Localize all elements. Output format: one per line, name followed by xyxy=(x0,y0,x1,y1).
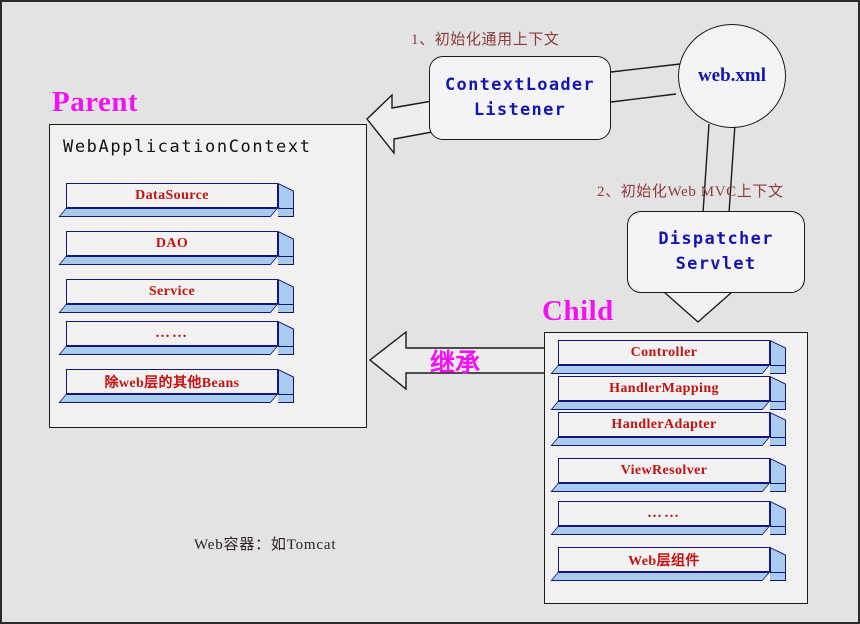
inheritance-label: 继承 xyxy=(430,350,481,377)
bean-label: …… xyxy=(647,505,681,521)
bean-bar-web-components[interactable]: Web层组件 xyxy=(550,547,786,581)
bean-bar-service[interactable]: Service xyxy=(58,279,294,313)
bean-label: DataSource xyxy=(135,187,209,203)
bean-bar-controller[interactable]: Controller xyxy=(550,340,786,374)
bean-label: 除web层的其他Beans xyxy=(104,375,240,391)
arrow-contextloader-to-parent xyxy=(366,93,433,156)
bean-bar-ellipsis[interactable]: …… xyxy=(58,321,294,355)
bean-label: Service xyxy=(148,283,196,299)
dispatcher-servlet-line-2: Servlet xyxy=(675,254,757,274)
bean-label: HandlerMapping xyxy=(609,380,719,396)
step-2-annotation: 2、初始化Web MVC上下文 xyxy=(597,184,784,200)
parent-section-title: Parent xyxy=(52,86,139,118)
connector-webxml-to-contextloader xyxy=(610,63,681,103)
bean-bar-handler-adapter[interactable]: HandlerAdapter xyxy=(550,412,786,446)
bean-label: Controller xyxy=(630,344,698,360)
context-loader-listener-line-1: ContextLoader xyxy=(445,75,595,96)
bean-bar-datasource[interactable]: DataSource xyxy=(58,183,294,217)
bean-bar-handler-mapping[interactable]: HandlerMapping xyxy=(550,376,786,410)
child-section-title: Child xyxy=(542,295,614,327)
bean-bar-ellipsis-child[interactable]: …… xyxy=(550,501,786,535)
dispatcher-servlet-line-1: Dispatcher xyxy=(658,229,774,250)
bean-label: HandlerAdapter xyxy=(611,416,717,432)
web-xml-label: web.xml xyxy=(697,65,767,86)
step-1-annotation: 1、初始化通用上下文 xyxy=(411,32,560,48)
node-dispatcher-servlet[interactable]: Dispatcher Servlet xyxy=(627,211,805,293)
bean-label: …… xyxy=(155,325,189,341)
bean-bar-dao[interactable]: DAO xyxy=(58,231,294,265)
footer-note: Web容器：如Tomcat xyxy=(194,537,337,553)
bean-bar-view-resolver[interactable]: ViewResolver xyxy=(550,458,786,492)
bean-label: DAO xyxy=(155,235,189,251)
node-context-loader-listener[interactable]: ContextLoader Listener xyxy=(429,56,611,140)
node-web-xml[interactable]: web.xml xyxy=(678,24,786,128)
bean-label: ViewResolver xyxy=(620,462,708,478)
bean-bar-other-beans[interactable]: 除web层的其他Beans xyxy=(58,369,294,403)
parent-panel-label: WebApplicationContext xyxy=(63,137,312,157)
context-loader-listener-line-2: Listener xyxy=(473,100,567,120)
bean-label: Web层组件 xyxy=(628,553,700,569)
diagram-canvas: 1、初始化通用上下文 ContextLoader Listener web.xm… xyxy=(0,0,860,624)
